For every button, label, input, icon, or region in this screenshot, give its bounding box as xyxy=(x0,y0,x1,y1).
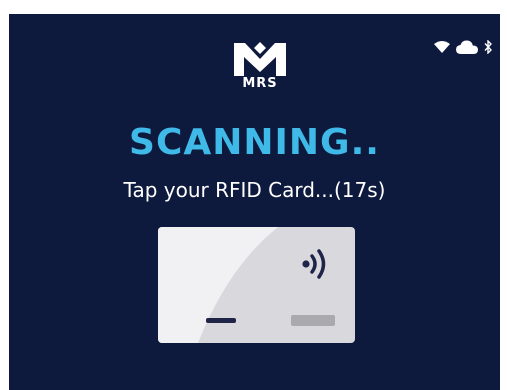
logo-text: MRS xyxy=(242,76,278,91)
card-chip xyxy=(291,315,335,326)
mrs-logo-mark xyxy=(234,42,286,76)
cloud-icon xyxy=(456,40,478,54)
scan-screen: MRS SCANNING.. Tap your RFID Card...(17s… xyxy=(9,14,500,390)
mrs-logo: MRS xyxy=(232,40,288,92)
bluetooth-icon xyxy=(484,40,492,54)
wifi-icon xyxy=(434,41,450,53)
contactless-icon xyxy=(302,249,326,279)
status-bar xyxy=(434,40,492,54)
card-dash xyxy=(206,318,236,323)
scan-status-title: SCANNING.. xyxy=(129,122,380,163)
rfid-card-illustration xyxy=(158,227,355,343)
scan-instruction: Tap your RFID Card...(17s) xyxy=(123,178,386,202)
